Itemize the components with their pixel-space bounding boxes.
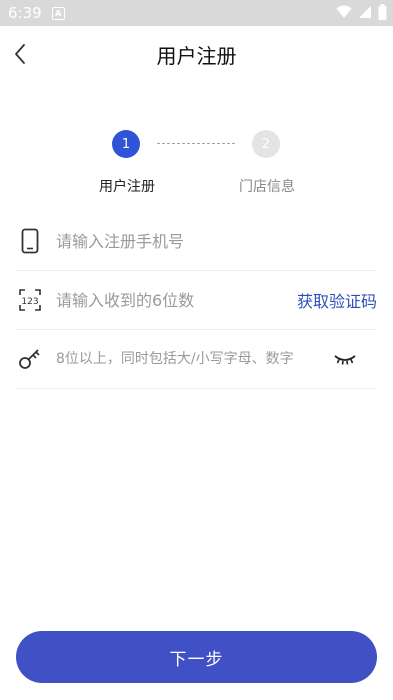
phone-input[interactable] [56, 231, 377, 251]
step-connector [157, 143, 235, 144]
stepper: 1 2 用户注册 门店信息 [0, 130, 393, 200]
number-code-icon: 123 [18, 287, 42, 313]
step-1-label: 用户注册 [99, 179, 155, 195]
next-button[interactable]: 下一步 [16, 631, 377, 683]
key-icon [18, 346, 42, 372]
page-title: 用户注册 [156, 43, 237, 68]
status-icons [336, 4, 387, 20]
status-bar: 6:39 A [0, 0, 393, 26]
chevron-left-icon [15, 44, 25, 64]
password-field-row [16, 330, 377, 389]
battery-icon [378, 4, 387, 20]
phone-field-row [16, 212, 377, 271]
code-field-row: 123 获取验证码 [16, 271, 377, 330]
phone-icon [18, 228, 42, 254]
registration-form: 123 获取验证码 [16, 212, 377, 389]
step-1-indicator: 1 [112, 130, 140, 158]
signal-icon [359, 6, 371, 18]
header: 用户注册 [0, 26, 393, 82]
wifi-icon [336, 5, 352, 18]
password-input[interactable] [56, 351, 333, 367]
back-button[interactable] [10, 40, 34, 68]
code-input[interactable] [56, 290, 291, 310]
step-2-indicator: 2 [252, 130, 280, 158]
notification-icon: A [51, 6, 65, 20]
status-time: 6:39 [8, 4, 42, 22]
step-2-label: 门店信息 [239, 179, 295, 195]
eye-closed-icon[interactable] [333, 351, 357, 367]
svg-text:123: 123 [21, 297, 38, 307]
get-code-button[interactable]: 获取验证码 [297, 288, 377, 312]
